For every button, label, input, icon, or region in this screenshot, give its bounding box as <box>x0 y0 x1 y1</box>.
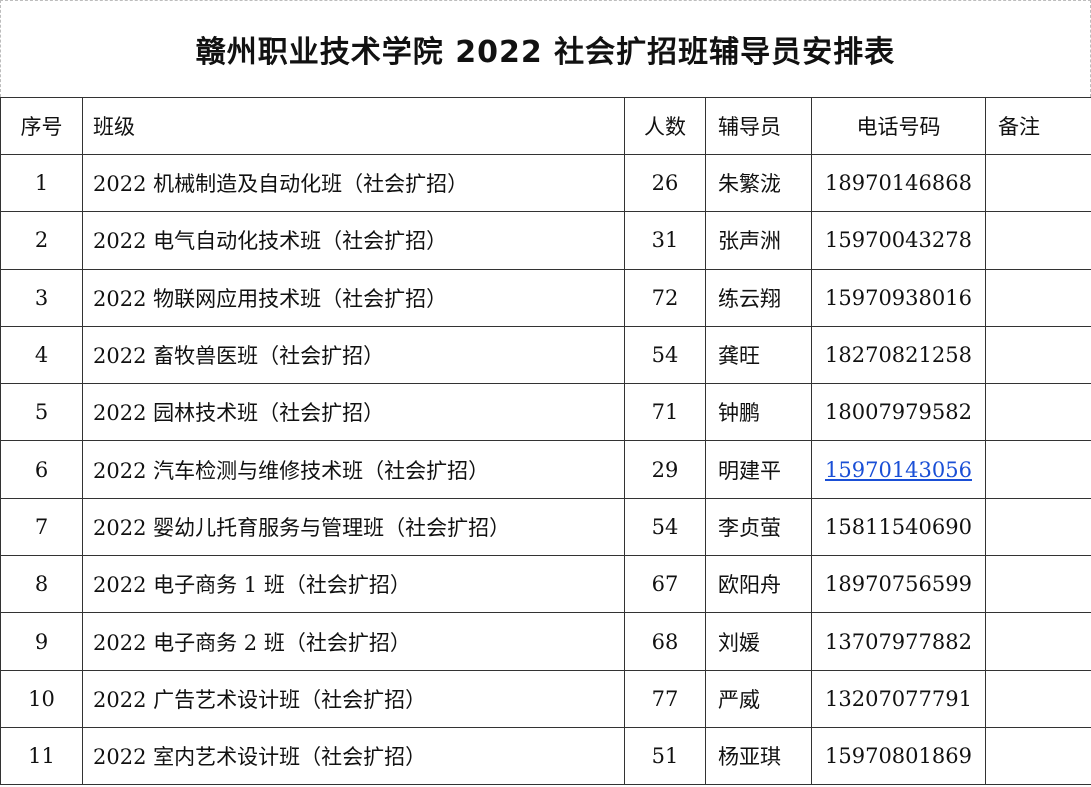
cell-tutor[interactable]: 朱繁泷 <box>705 153 812 213</box>
cell-phone[interactable]: 13207077791 <box>811 669 986 728</box>
cell-no[interactable]: 7 <box>0 497 83 557</box>
cell-count[interactable]: 29 <box>624 440 706 499</box>
cell-tutor[interactable]: 明建平 <box>705 440 812 499</box>
cell-note[interactable] <box>985 211 1091 270</box>
cell-count[interactable]: 54 <box>624 497 706 557</box>
cell-phone[interactable]: 18270821258 <box>811 325 986 385</box>
page-title: 赣州职业技术学院 2022 社会扩招班辅导员安排表 <box>195 35 896 70</box>
cell-note[interactable] <box>985 726 1091 786</box>
table-row: 3 2022 物联网应用技术班（社会扩招） 72 练云翔 15970938016 <box>0 268 1091 327</box>
cell-no[interactable]: 10 <box>0 669 83 728</box>
cell-no[interactable]: 9 <box>0 612 83 671</box>
cell-tutor[interactable]: 练云翔 <box>705 268 812 327</box>
table-row: 10 2022 广告艺术设计班（社会扩招） 77 严威 13207077791 <box>0 669 1091 728</box>
cell-note[interactable] <box>985 555 1091 614</box>
cell-class[interactable]: 2022 室内艺术设计班（社会扩招） <box>82 726 625 786</box>
cell-count[interactable]: 54 <box>624 325 706 385</box>
cell-phone[interactable]: 15970043278 <box>811 211 986 270</box>
cell-no[interactable]: 4 <box>0 325 83 385</box>
cell-class[interactable]: 2022 电子商务 2 班（社会扩招） <box>82 612 625 671</box>
cell-phone[interactable]: 18970756599 <box>811 555 986 614</box>
cell-count[interactable]: 77 <box>624 669 706 728</box>
cell-count[interactable]: 68 <box>624 612 706 671</box>
cell-no[interactable]: 8 <box>0 555 83 614</box>
cell-tutor[interactable]: 张声洲 <box>705 211 812 270</box>
table-row: 9 2022 电子商务 2 班（社会扩招） 68 刘媛 13707977882 <box>0 612 1091 671</box>
cell-class[interactable]: 2022 婴幼儿托育服务与管理班（社会扩招） <box>82 497 625 557</box>
cell-class[interactable]: 2022 物联网应用技术班（社会扩招） <box>82 268 625 327</box>
cell-class[interactable]: 2022 机械制造及自动化班（社会扩招） <box>82 153 625 213</box>
table-row: 11 2022 室内艺术设计班（社会扩招） 51 杨亚琪 15970801869 <box>0 726 1091 786</box>
cell-class[interactable]: 2022 电气自动化技术班（社会扩招） <box>82 211 625 270</box>
cell-phone[interactable]: 13707977882 <box>811 612 986 671</box>
cell-class[interactable]: 2022 汽车检测与维修技术班（社会扩招） <box>82 440 625 499</box>
cell-no[interactable]: 3 <box>0 268 83 327</box>
cell-class[interactable]: 2022 电子商务 1 班（社会扩招） <box>82 555 625 614</box>
cell-note[interactable] <box>985 440 1091 499</box>
cell-tutor[interactable]: 李贞萤 <box>705 497 812 557</box>
cell-phone[interactable]: 15811540690 <box>811 497 986 557</box>
cell-class[interactable]: 2022 广告艺术设计班（社会扩招） <box>82 669 625 728</box>
table-row: 6 2022 汽车检测与维修技术班（社会扩招） 29 明建平 159701430… <box>0 440 1091 499</box>
table-header-row: 序号 班级 人数 辅导员 电话号码 备注 <box>0 97 1091 155</box>
header-tutor[interactable]: 辅导员 <box>705 97 812 155</box>
cell-phone[interactable]: 15970143056 <box>811 440 986 499</box>
cell-count[interactable]: 26 <box>624 153 706 213</box>
cell-phone[interactable]: 18970146868 <box>811 153 986 213</box>
table-row: 1 2022 机械制造及自动化班（社会扩招） 26 朱繁泷 1897014686… <box>0 153 1091 213</box>
cell-phone[interactable]: 15970801869 <box>811 726 986 786</box>
cell-count[interactable]: 67 <box>624 555 706 614</box>
cell-tutor[interactable]: 钟鹏 <box>705 383 812 442</box>
cell-no[interactable]: 1 <box>0 153 83 213</box>
cell-tutor[interactable]: 龚旺 <box>705 325 812 385</box>
cell-count[interactable]: 72 <box>624 268 706 327</box>
table-row: 7 2022 婴幼儿托育服务与管理班（社会扩招） 54 李贞萤 15811540… <box>0 497 1091 557</box>
table-row: 2 2022 电气自动化技术班（社会扩招） 31 张声洲 15970043278 <box>0 211 1091 270</box>
cell-note[interactable] <box>985 383 1091 442</box>
cell-note[interactable] <box>985 612 1091 671</box>
table-row: 5 2022 园林技术班（社会扩招） 71 钟鹏 18007979582 <box>0 383 1091 442</box>
table-row: 8 2022 电子商务 1 班（社会扩招） 67 欧阳舟 18970756599 <box>0 555 1091 614</box>
cell-note[interactable] <box>985 497 1091 557</box>
cell-no[interactable]: 11 <box>0 726 83 786</box>
cell-no[interactable]: 5 <box>0 383 83 442</box>
header-no[interactable]: 序号 <box>0 97 83 155</box>
header-class[interactable]: 班级 <box>82 97 625 155</box>
cell-note[interactable] <box>985 325 1091 385</box>
cell-no[interactable]: 2 <box>0 211 83 270</box>
tutor-table: 序号 班级 人数 辅导员 电话号码 备注 1 2022 机械制造及自动化班（社会… <box>0 97 1091 786</box>
cell-count[interactable]: 31 <box>624 211 706 270</box>
cell-count[interactable]: 51 <box>624 726 706 786</box>
title-row: 赣州职业技术学院 2022 社会扩招班辅导员安排表 <box>0 0 1091 97</box>
header-note[interactable]: 备注 <box>985 97 1091 155</box>
table-row: 4 2022 畜牧兽医班（社会扩招） 54 龚旺 18270821258 <box>0 325 1091 385</box>
cell-tutor[interactable]: 杨亚琪 <box>705 726 812 786</box>
phone-link[interactable]: 15970143056 <box>825 458 972 482</box>
cell-phone[interactable]: 18007979582 <box>811 383 986 442</box>
header-count[interactable]: 人数 <box>624 97 706 155</box>
cell-phone[interactable]: 15970938016 <box>811 268 986 327</box>
cell-note[interactable] <box>985 153 1091 213</box>
cell-count[interactable]: 71 <box>624 383 706 442</box>
header-phone[interactable]: 电话号码 <box>811 97 986 155</box>
cell-class[interactable]: 2022 畜牧兽医班（社会扩招） <box>82 325 625 385</box>
cell-no[interactable]: 6 <box>0 440 83 499</box>
cell-tutor[interactable]: 严威 <box>705 669 812 728</box>
cell-note[interactable] <box>985 268 1091 327</box>
cell-class[interactable]: 2022 园林技术班（社会扩招） <box>82 383 625 442</box>
cell-note[interactable] <box>985 669 1091 728</box>
cell-tutor[interactable]: 欧阳舟 <box>705 555 812 614</box>
cell-tutor[interactable]: 刘媛 <box>705 612 812 671</box>
